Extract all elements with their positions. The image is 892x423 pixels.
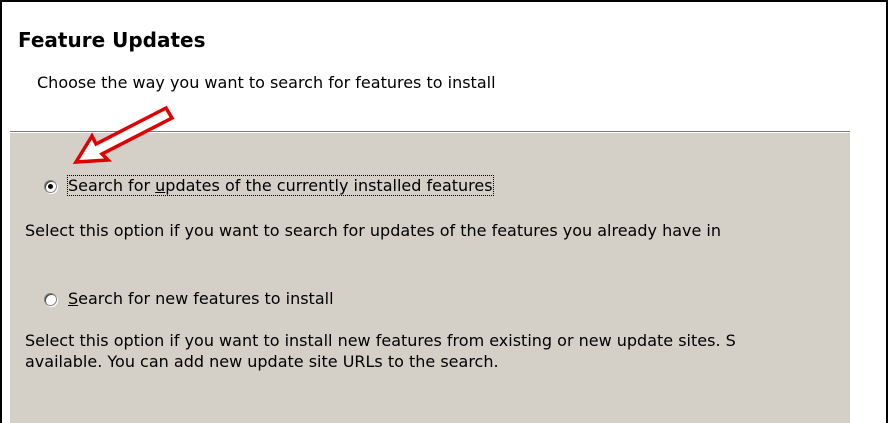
mnemonic-char: u: [155, 176, 166, 195]
label-prefix: Search for: [68, 176, 156, 195]
search-new-description-line-1: Select this option if you want to instal…: [25, 331, 736, 350]
radio-selected-dot: [48, 184, 53, 189]
radio-search-updates[interactable]: [44, 180, 57, 193]
radio-search-new[interactable]: [44, 293, 57, 306]
page-title: Feature Updates: [18, 28, 206, 52]
red-arrow-icon: [72, 105, 175, 164]
search-new-label[interactable]: Search for new features to install: [68, 289, 334, 308]
options-panel: Search for updates of the currently inst…: [10, 133, 850, 423]
label-suffix: pdates of the currently installed featur…: [165, 176, 493, 195]
label-suffix: earch for new features to install: [78, 289, 334, 308]
mnemonic-char: S: [68, 289, 79, 308]
search-new-description-line-2: available. You can add new update site U…: [25, 352, 499, 371]
page-description: Choose the way you want to search for fe…: [37, 73, 496, 92]
search-updates-label[interactable]: Search for updates of the currently inst…: [67, 175, 494, 196]
search-updates-description: Select this option if you want to search…: [25, 221, 721, 240]
